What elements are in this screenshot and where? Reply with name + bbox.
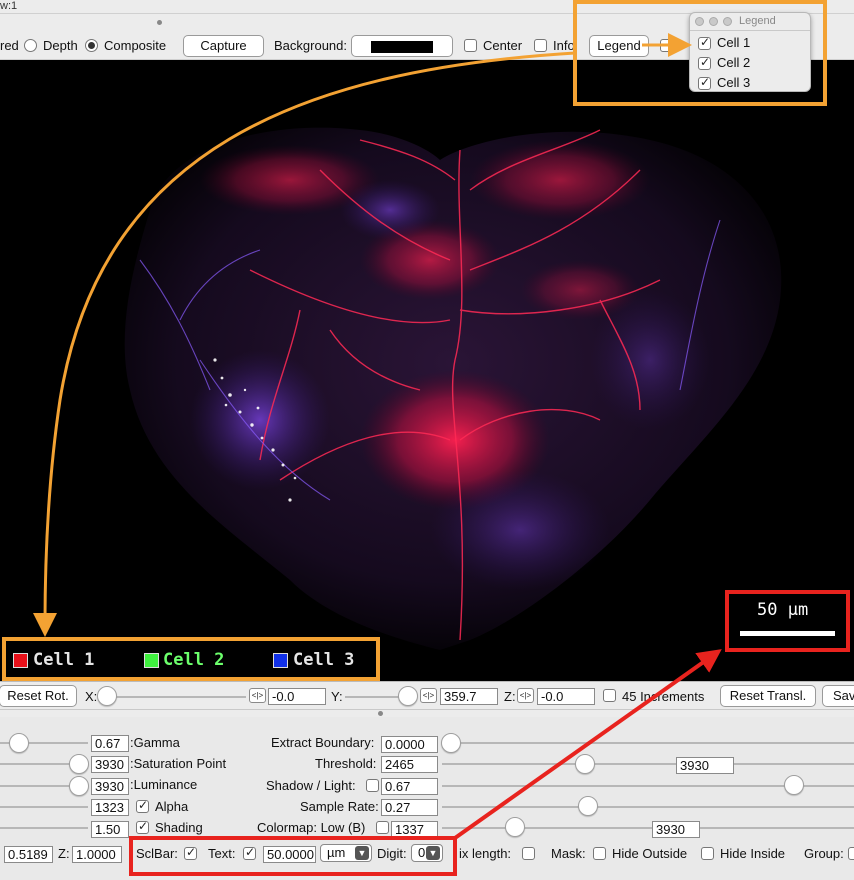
z-rotation-field[interactable]: -0.0 — [537, 688, 595, 705]
threshold-slider-track[interactable] — [442, 763, 854, 765]
scale-z-label: Z: — [58, 846, 70, 861]
alpha-slider-track[interactable] — [0, 806, 88, 808]
center-checkbox[interactable] — [464, 39, 477, 52]
scale-bar-controls-highlight-box — [129, 836, 457, 876]
splitter-handle[interactable] — [157, 20, 162, 25]
alpha-label: Alpha — [155, 799, 189, 814]
y-rotation-label: Y: — [331, 689, 343, 704]
legend-highlight-box — [573, 0, 827, 106]
hide-outside-checkbox[interactable] — [593, 847, 606, 860]
neuron-volume-image — [124, 127, 782, 650]
threshold-slider-knob[interactable] — [575, 754, 595, 774]
saturation-label: :Saturation Point — [130, 756, 227, 771]
sample-rate-label: Sample Rate: — [300, 799, 379, 814]
scale-x-field[interactable]: 0.5189 — [4, 846, 53, 863]
alpha-checkbox[interactable] — [136, 798, 149, 813]
saturation-slider-knob[interactable] — [69, 754, 89, 774]
hide-outside-label: Hide Outside — [612, 846, 688, 861]
background-label: Background: — [274, 38, 347, 53]
z-rotation-stepper[interactable]: <|> — [517, 688, 534, 703]
fix-length-checkbox[interactable] — [522, 847, 535, 860]
extract-boundary-slider-track[interactable] — [442, 742, 854, 744]
colormap-label: Colormap: Low (B) — [257, 820, 366, 835]
scale-bar-highlight-box — [725, 590, 850, 652]
gamma-label: :Gamma — [130, 735, 180, 750]
increments-label: 45 Increments — [622, 689, 705, 704]
x-rotation-slider-track[interactable] — [98, 696, 246, 698]
luminance-slider-knob[interactable] — [69, 776, 89, 796]
shading-label: Shading — [155, 820, 203, 835]
gamma-field[interactable]: 0.67 — [91, 735, 129, 752]
shadow-light-field[interactable]: 0.67 — [381, 778, 438, 795]
luminance-field[interactable]: 3930 — [91, 778, 129, 795]
colormap-checkbox[interactable] — [376, 821, 389, 834]
alpha-field[interactable]: 1323 — [91, 799, 129, 816]
composite-radio[interactable] — [85, 39, 98, 52]
saturation-field[interactable]: 3930 — [91, 756, 129, 773]
shading-slider-track[interactable] — [0, 827, 88, 829]
panel-splitter[interactable] — [0, 709, 854, 717]
shadow-light-checkbox[interactable] — [366, 779, 379, 792]
x-rotation-stepper[interactable]: <|> — [249, 688, 266, 703]
save-button[interactable]: Sav — [822, 685, 854, 707]
center-label: Center — [483, 38, 523, 53]
depth-radio[interactable] — [24, 39, 37, 52]
x-rotation-field[interactable]: -0.0 — [268, 688, 326, 705]
shading-checkbox[interactable] — [136, 819, 149, 834]
mask-label: Mask: — [551, 846, 586, 861]
z-rotation-label: Z: — [504, 689, 516, 704]
background-color-swatch — [371, 41, 433, 53]
composite-label: Composite — [104, 38, 167, 53]
scale-z-field[interactable]: 1.0000 — [72, 846, 122, 863]
fix-length-label: ix length: — [459, 846, 512, 861]
colormap-high-field[interactable]: 3930 — [652, 821, 700, 838]
colormap-low-knob[interactable] — [505, 817, 525, 837]
x-rotation-label: X: — [85, 689, 98, 704]
capture-button[interactable]: Capture — [183, 35, 264, 57]
group-label: Group: — [804, 846, 844, 861]
hide-inside-label: Hide Inside — [720, 846, 786, 861]
reset-translation-button[interactable]: Reset Transl. — [720, 685, 816, 707]
shadow-light-slider-knob[interactable] — [784, 775, 804, 795]
sample-rate-slider-knob[interactable] — [578, 796, 598, 816]
threshold-field[interactable]: 2465 — [381, 756, 438, 773]
volume-render-view[interactable] — [0, 60, 854, 681]
extract-boundary-label: Extract Boundary: — [271, 735, 375, 750]
threshold-label: Threshold: — [315, 756, 377, 771]
gamma-slider-knob[interactable] — [9, 733, 29, 753]
shadow-light-label: Shadow / Light: — [266, 778, 356, 793]
threshold-high-field[interactable]: 3930 — [676, 757, 734, 774]
y-rotation-stepper[interactable]: <|> — [420, 688, 437, 703]
y-rotation-field[interactable]: 359.7 — [440, 688, 498, 705]
group-checkbox[interactable] — [848, 847, 854, 860]
rotation-toolbar: Reset Rot. X: <|> -0.0 Y: <|> 359.7 Z: <… — [0, 681, 854, 709]
background-color-button[interactable] — [351, 35, 453, 57]
view-legend-highlight-box — [2, 637, 380, 681]
splitter-handle[interactable] — [378, 711, 383, 716]
info-label: Info — [553, 38, 575, 53]
y-rotation-slider-knob[interactable] — [398, 686, 418, 706]
colormap-slider-track[interactable] — [442, 827, 854, 829]
sample-rate-field[interactable]: 0.27 — [381, 799, 438, 816]
reset-rotation-button[interactable]: Reset Rot. — [0, 685, 77, 707]
hide-inside-checkbox[interactable] — [701, 847, 714, 860]
extract-boundary-field[interactable]: 0.0000 — [381, 736, 438, 753]
increments-checkbox[interactable] — [603, 689, 616, 702]
window-title: w:1 — [0, 0, 18, 12]
sample-rate-slider-track[interactable] — [442, 806, 854, 808]
info-checkbox[interactable] — [534, 39, 547, 52]
luminance-label: :Luminance — [130, 777, 198, 792]
depth-label: Depth — [43, 38, 78, 53]
shading-field[interactable]: 1.50 — [91, 821, 129, 838]
extract-boundary-slider-knob[interactable] — [441, 733, 461, 753]
x-rotation-slider-knob[interactable] — [97, 686, 117, 706]
render-mode-label-cut: red — [0, 38, 19, 53]
